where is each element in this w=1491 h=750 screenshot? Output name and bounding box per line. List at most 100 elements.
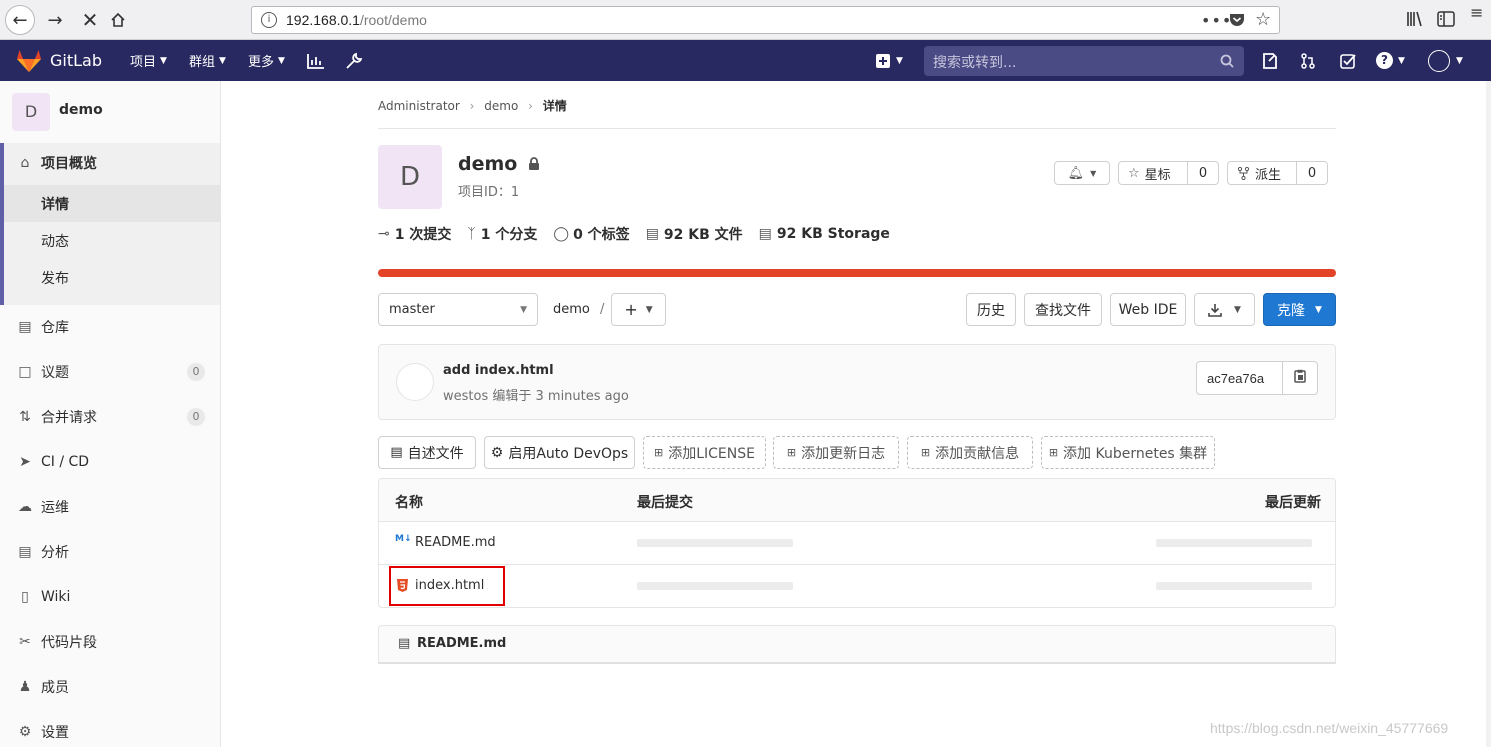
url-text: 192.168.0.1/root/demo <box>286 12 427 28</box>
add-changelog-button[interactable]: ⊞ 添加更新日志 <box>773 436 899 469</box>
merge-request-icon[interactable] <box>1300 40 1316 81</box>
page-scrollbar[interactable] <box>1486 81 1491 747</box>
notification-dropdown[interactable]: 🔔︎ ▼ <box>1054 161 1110 185</box>
stat-branches[interactable]: 1 个分支 <box>481 224 538 244</box>
pocket-icon[interactable] <box>1229 12 1245 31</box>
sidebar-item-overview[interactable]: ⌂ 项目概览 <box>0 144 220 181</box>
file-icon: ▤ <box>645 226 659 242</box>
rocket-icon: ➤ <box>19 453 31 470</box>
sidebar-project-name[interactable]: demo <box>59 102 103 118</box>
sidebar-item-snippets[interactable]: ✂ 代码片段 <box>0 623 220 660</box>
stat-storage[interactable]: 92 KB Storage <box>777 226 890 242</box>
history-button[interactable]: 历史 <box>966 293 1016 326</box>
file-text-icon: ▤ <box>398 636 411 651</box>
sidebar-item-cicd[interactable]: ➤ CI / CD <box>0 443 220 480</box>
gitlab-logo[interactable]: GitLab <box>16 40 102 81</box>
table-header: 名称 最后提交 最后更新 <box>379 479 1335 522</box>
author-avatar[interactable] <box>396 363 434 401</box>
sidebar-item-details[interactable]: 详情 <box>4 185 220 222</box>
page-actions-icon[interactable]: ••• <box>1201 11 1232 30</box>
user-menu[interactable]: ▼ <box>1428 40 1463 81</box>
loading-placeholder <box>637 582 793 590</box>
repo-path-root[interactable]: demo <box>553 302 590 317</box>
stat-commits[interactable]: 1 次提交 <box>395 224 452 244</box>
menu-icon[interactable]: ≡ <box>1470 5 1483 21</box>
breadcrumb-current: 详情 <box>542 99 567 113</box>
sidebar-item-members[interactable]: ♟ 成员 <box>0 668 220 705</box>
loading-placeholder <box>637 539 793 547</box>
commit-title[interactable]: add index.html <box>443 363 554 378</box>
chart-icon: ▤ <box>18 543 32 560</box>
commit-sha[interactable]: ac7ea76a <box>1207 371 1264 386</box>
sidebar-item-label: 设置 <box>41 724 69 741</box>
path-separator: / <box>600 302 605 317</box>
gitlab-logo-text: GitLab <box>50 51 102 70</box>
help-menu[interactable]: ? ▼ <box>1376 40 1405 81</box>
add-to-tree-dropdown[interactable]: + ▼ <box>611 293 666 326</box>
bookmark-star-icon[interactable]: ☆ <box>1255 9 1271 30</box>
sidebar-toggle-icon[interactable] <box>1437 11 1455 31</box>
file-name[interactable]: README.md <box>415 535 496 550</box>
clone-dropdown[interactable]: 克隆 ▼ <box>1263 293 1336 326</box>
sidebar-item-issues[interactable]: □ 议题 0 <box>0 353 220 390</box>
scissors-icon: ✂ <box>19 633 31 650</box>
loading-placeholder <box>1156 582 1312 590</box>
star-icon: ☆ <box>1128 165 1140 181</box>
copy-sha-button[interactable] <box>1282 369 1318 387</box>
todos-check-icon[interactable] <box>1340 40 1356 81</box>
table-row[interactable]: M↓ README.md <box>379 522 1335 565</box>
star-count[interactable]: 0 <box>1187 166 1219 181</box>
project-avatar[interactable]: D <box>12 93 50 131</box>
download-dropdown[interactable]: ▼ <box>1194 293 1255 326</box>
sidebar-item-settings[interactable]: ⚙ 设置 <box>0 713 220 750</box>
back-arrow-icon[interactable]: ← <box>5 5 35 35</box>
readme-button[interactable]: ▤ 自述文件 <box>378 436 476 469</box>
star-button[interactable]: ☆ 星标 0 <box>1118 161 1219 185</box>
sidebar-item-merge-requests[interactable]: ⇅ 合并请求 0 <box>0 398 220 435</box>
fork-count[interactable]: 0 <box>1296 166 1328 181</box>
table-row[interactable]: index.html <box>379 565 1335 607</box>
admin-wrench-icon[interactable] <box>345 40 363 81</box>
breadcrumb-root[interactable]: Administrator <box>378 99 460 113</box>
add-license-button[interactable]: ⊞ 添加LICENSE <box>643 436 766 469</box>
sidebar-item-repository[interactable]: ▤ 仓库 <box>0 308 220 345</box>
sidebar-item-activity[interactable]: 动态 <box>0 222 220 259</box>
stat-files[interactable]: 92 KB 文件 <box>664 224 743 244</box>
sidebar-item-releases[interactable]: 发布 <box>0 259 220 296</box>
breadcrumb-project[interactable]: demo <box>484 99 518 113</box>
address-bar[interactable]: i 192.168.0.1/root/demo ••• ☆ <box>251 6 1280 34</box>
search-input[interactable]: 搜索或转到... <box>924 46 1244 76</box>
forward-arrow-icon[interactable]: → <box>40 5 70 35</box>
stat-tags[interactable]: 0 个标签 <box>573 224 630 244</box>
more-menu[interactable]: 更多 ▼ <box>248 40 285 81</box>
library-icon[interactable] <box>1406 10 1424 32</box>
project-name: demo <box>458 153 518 175</box>
download-icon <box>1208 303 1222 317</box>
stop-loading-icon[interactable]: ✕ <box>75 5 105 35</box>
merge-request-icon: ⇅ <box>19 408 31 425</box>
add-contributing-button[interactable]: ⊞ 添加贡献信息 <box>907 436 1033 469</box>
chevron-down-icon: ▼ <box>1456 55 1463 66</box>
web-ide-button[interactable]: Web IDE <box>1110 293 1186 326</box>
projects-menu[interactable]: 项目 ▼ <box>130 40 167 81</box>
find-file-button[interactable]: 查找文件 <box>1024 293 1102 326</box>
branch-select[interactable]: master ▼ <box>378 293 538 326</box>
sidebar-item-analytics[interactable]: ▤ 分析 <box>0 533 220 570</box>
todo-issues-icon[interactable] <box>1262 40 1278 81</box>
issues-count-badge: 0 <box>187 362 205 381</box>
commit-author[interactable]: westos <box>443 389 488 404</box>
groups-menu[interactable]: 群组 ▼ <box>189 40 226 81</box>
sidebar-item-operations[interactable]: ☁ 运维 <box>0 488 220 525</box>
cloud-gear-icon: ☁ <box>18 498 32 515</box>
readme-panel-header: ▤ README.md <box>378 625 1336 664</box>
new-item-menu[interactable]: ▼ <box>876 40 903 81</box>
auto-devops-button[interactable]: ⚙ 启用Auto DevOps <box>484 436 635 469</box>
home-icon[interactable] <box>103 5 133 35</box>
info-icon[interactable]: i <box>261 12 277 28</box>
more-menu-label: 更多 <box>248 55 275 70</box>
fork-button[interactable]: 派生 0 <box>1227 161 1328 185</box>
readme-panel-title[interactable]: README.md <box>417 636 506 651</box>
add-kubernetes-button[interactable]: ⊞ 添加 Kubernetes 集群 <box>1041 436 1215 469</box>
sidebar-item-wiki[interactable]: ▯ Wiki <box>0 578 220 615</box>
activity-chart-icon[interactable] <box>307 40 325 81</box>
